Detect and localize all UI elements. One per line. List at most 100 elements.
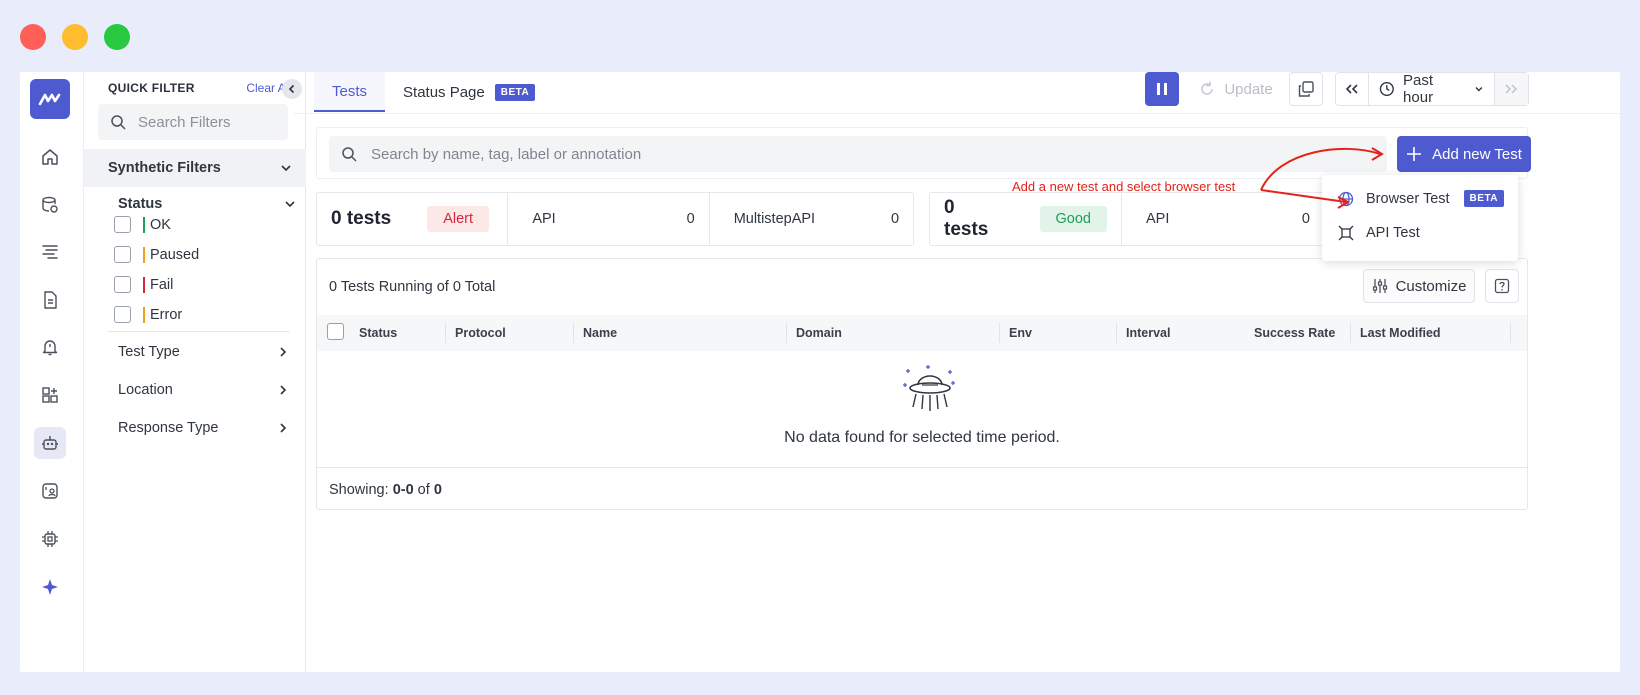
column-divider <box>786 323 787 343</box>
beta-badge: BETA <box>494 83 536 101</box>
annotation-arrows <box>1260 147 1384 209</box>
filter-group-response-type[interactable]: Response Type <box>118 420 288 436</box>
table-header: Status Protocol Name Domain Env Interval… <box>317 315 1527 351</box>
summary-item: API 0 <box>508 193 710 245</box>
update-button[interactable]: Update <box>1189 72 1282 106</box>
synthetics-robot-icon[interactable] <box>34 427 66 459</box>
beta-badge: BETA <box>1463 190 1505 207</box>
status-option-label: Error <box>150 306 183 323</box>
good-pill[interactable]: Good <box>1039 206 1107 232</box>
dashboards-icon[interactable] <box>34 379 66 411</box>
refresh-icon <box>1201 81 1214 95</box>
checkbox[interactable] <box>114 216 131 233</box>
status-color-bar <box>143 216 145 233</box>
column-header-success-rate[interactable]: Success Rate <box>1254 315 1335 351</box>
quick-filter-panel: QUICK FILTER Clear All Search Filters Sy… <box>84 72 306 672</box>
time-range-label: Past hour <box>1403 72 1434 106</box>
copy-icon <box>1298 81 1314 97</box>
column-header-domain[interactable]: Domain <box>796 315 842 351</box>
home-icon[interactable] <box>34 141 66 173</box>
column-divider <box>1350 323 1351 343</box>
close-window-button[interactable] <box>20 24 46 50</box>
summary-item-value: 0 <box>890 211 900 227</box>
status-color-bar <box>143 246 145 263</box>
summary-item-value: 0 <box>686 211 695 227</box>
column-header-env[interactable]: Env <box>1009 315 1032 351</box>
column-header-protocol[interactable]: Protocol <box>455 315 506 351</box>
logs-icon[interactable] <box>34 284 66 316</box>
status-option-paused[interactable]: Paused <box>114 246 199 263</box>
copy-button[interactable] <box>1289 72 1323 106</box>
status-filter-label: Status <box>118 196 163 212</box>
tab-bar: Tests Status Page BETA <box>314 72 553 112</box>
chevron-right-icon <box>280 385 287 395</box>
quick-filter-title: QUICK FILTER <box>108 81 195 95</box>
app-logo[interactable] <box>30 79 70 119</box>
column-divider <box>1116 323 1117 343</box>
column-header-name[interactable]: Name <box>583 315 617 351</box>
plus-icon <box>1407 147 1422 161</box>
chevron-down-icon <box>281 165 291 172</box>
infrastructure-icon[interactable] <box>34 523 66 555</box>
api-test-option[interactable]: API Test <box>1338 225 1420 241</box>
alert-pill[interactable]: Alert <box>427 206 490 232</box>
minimize-window-button[interactable] <box>62 24 88 50</box>
column-divider <box>1510 323 1511 343</box>
pause-button[interactable] <box>1145 72 1179 106</box>
customize-button[interactable]: Customize <box>1363 269 1475 303</box>
tab-label: Status Page <box>403 83 485 101</box>
checkbox[interactable] <box>114 306 131 323</box>
summary-item-label: MultistepAPI <box>733 211 816 227</box>
chevron-right-icon <box>280 423 287 433</box>
showing-prefix: Showing: <box>329 482 393 498</box>
previous-range-button[interactable] <box>1336 73 1370 105</box>
rum-icon[interactable] <box>34 475 66 507</box>
api-icon <box>1338 225 1354 241</box>
summary-count: 0 tests Alert <box>317 193 509 245</box>
chevron-down-icon <box>1475 87 1483 92</box>
column-header-last-modified[interactable]: Last Modified <box>1360 315 1441 351</box>
tab-status-page[interactable]: Status Page BETA <box>385 72 553 112</box>
filter-group-test-type[interactable]: Test Type <box>118 344 288 360</box>
status-option-error[interactable]: Error <box>114 306 182 323</box>
add-new-test-button[interactable]: Add new Test <box>1397 136 1531 172</box>
checkbox[interactable] <box>114 276 131 293</box>
clock-icon <box>1380 81 1395 97</box>
select-all-checkbox[interactable] <box>327 323 344 340</box>
status-option-ok[interactable]: OK <box>114 216 171 233</box>
ai-sparkle-icon[interactable] <box>34 571 66 603</box>
summary-card-alert: 0 tests Alert API 0 MultistepAPI 0 <box>316 192 914 246</box>
column-header-interval[interactable]: Interval <box>1126 315 1170 351</box>
column-header-status[interactable]: Status <box>359 315 397 351</box>
showing-total: 0 <box>433 482 442 498</box>
test-search-input[interactable]: Search by name, tag, label or annotation <box>329 136 1387 172</box>
alerts-icon[interactable] <box>34 331 66 363</box>
filter-group-label: Response Type <box>118 420 219 436</box>
sliders-icon <box>1372 279 1387 293</box>
window-controls <box>20 24 130 50</box>
help-button[interactable] <box>1485 269 1519 303</box>
column-divider <box>445 323 446 343</box>
checkbox[interactable] <box>114 246 131 263</box>
maximize-window-button[interactable] <box>104 24 130 50</box>
logo-icon <box>38 93 61 106</box>
next-range-button[interactable] <box>1494 73 1529 105</box>
empty-state-message: No data found for selected time period. <box>784 429 1060 446</box>
filter-group-location[interactable]: Location <box>118 382 288 398</box>
main-content: Tests Status Page BETA Update Past hour <box>294 72 1620 672</box>
filter-search-input[interactable]: Search Filters <box>98 104 288 140</box>
divider <box>108 331 290 332</box>
tests-count: 0 tests <box>944 197 989 240</box>
tab-tests[interactable]: Tests <box>314 72 386 112</box>
database-icon[interactable] <box>34 189 66 221</box>
summary-item-value: 0 <box>1301 211 1310 227</box>
showing-range: 0-0 <box>392 482 414 498</box>
traces-icon[interactable] <box>34 235 66 267</box>
divider <box>294 113 1620 114</box>
synthetic-filters-section[interactable]: Synthetic Filters <box>84 149 306 187</box>
column-divider <box>999 323 1000 343</box>
synthetic-filters-label: Synthetic Filters <box>108 160 221 176</box>
status-option-fail[interactable]: Fail <box>114 276 173 293</box>
double-chevron-left-icon <box>1346 84 1358 94</box>
time-range-select[interactable]: Past hour <box>1369 72 1495 106</box>
